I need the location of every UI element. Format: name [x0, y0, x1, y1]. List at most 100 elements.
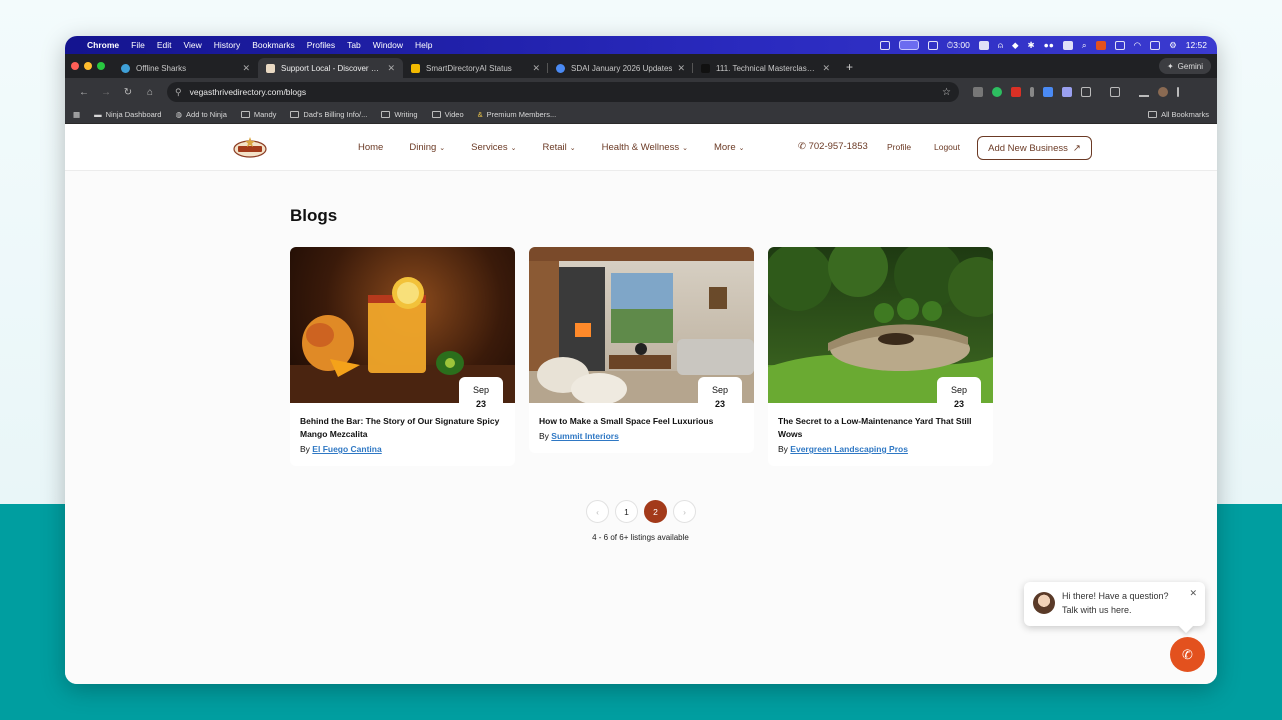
shield-icon[interactable]	[1095, 40, 1106, 50]
forward-arrow-icon[interactable]: →	[95, 87, 117, 98]
chat-prompt-bubble[interactable]: ✕ Hi there! Have a question? Talk with u…	[1024, 582, 1205, 626]
control-center-icon[interactable]: ⚙	[1169, 40, 1177, 51]
close-tab-icon[interactable]: ✕	[677, 63, 685, 74]
call-widget-button[interactable]: ✆	[1170, 637, 1205, 672]
menu-view[interactable]: View	[183, 40, 201, 50]
dots-icon[interactable]: ●●	[1044, 40, 1054, 50]
clock[interactable]: 12:52	[1186, 40, 1207, 50]
display-icon[interactable]	[927, 40, 938, 50]
timer-readout[interactable]: ⏱3:00	[947, 40, 970, 51]
menu-bookmarks[interactable]: Bookmarks	[252, 40, 295, 50]
card-title[interactable]: The Secret to a Low-Maintenance Yard Tha…	[778, 415, 983, 441]
profile-link[interactable]: Profile	[887, 142, 911, 152]
logout-link[interactable]: Logout	[934, 142, 960, 152]
course-favicon-icon	[701, 63, 710, 73]
dropbox-icon[interactable]: ◆	[1012, 40, 1019, 51]
add-new-business-button[interactable]: Add New Business ↗	[977, 136, 1092, 160]
pagination-page-1[interactable]: 1	[615, 500, 638, 523]
extension-blue-icon[interactable]	[1043, 87, 1053, 97]
card-title[interactable]: Behind the Bar: The Story of Our Signatu…	[300, 415, 505, 441]
extension-gmail-icon[interactable]	[1011, 87, 1021, 97]
nav-services[interactable]: Services ⌄	[471, 142, 516, 153]
extension-icon[interactable]: ✱	[1028, 40, 1035, 51]
nav-dining[interactable]: Dining ⌄	[409, 142, 445, 153]
download-icon[interactable]	[1139, 87, 1149, 97]
tab-search-icon[interactable]	[1110, 87, 1120, 97]
menu-help[interactable]: Help	[415, 40, 432, 50]
kebab-menu-icon[interactable]	[1177, 87, 1179, 97]
menu-profiles[interactable]: Profiles	[307, 40, 335, 50]
back-arrow-icon[interactable]: ←	[73, 87, 95, 98]
bookmark-folder-mandy[interactable]: Mandy	[240, 110, 276, 119]
app-icon[interactable]	[978, 40, 989, 50]
extension-pen-icon[interactable]	[1030, 87, 1034, 97]
menu-edit[interactable]: Edit	[157, 40, 172, 50]
nav-more[interactable]: More ⌄	[714, 142, 745, 153]
site-info-icon[interactable]: ⚲	[175, 87, 182, 98]
home-icon[interactable]: ⌂	[139, 87, 161, 98]
avatar[interactable]	[1158, 87, 1168, 97]
pagination-prev-button[interactable]: ‹	[586, 500, 609, 523]
close-tab-icon[interactable]: ✕	[822, 63, 830, 74]
search-icon[interactable]: ⌕	[1082, 40, 1087, 51]
menu-tab[interactable]: Tab	[347, 40, 361, 50]
bookmark-star-icon[interactable]: ☆	[942, 87, 951, 98]
extension-camera-icon[interactable]	[973, 87, 983, 97]
close-window-button[interactable]	[71, 62, 79, 70]
wifi-icon[interactable]: ◠	[1134, 40, 1141, 51]
apps-grid-icon[interactable]: ▦	[73, 110, 80, 119]
phone-link[interactable]: ✆ 702-957-1853	[798, 141, 868, 152]
bookmark-premium-members[interactable]: & Premium Members...	[478, 110, 557, 119]
extension-evernote-icon[interactable]	[992, 87, 1002, 97]
menu-history[interactable]: History	[214, 40, 240, 50]
blog-card[interactable]: Sep 23 Behind the Bar: The Story of Our S…	[290, 247, 515, 466]
tab-sdai-updates[interactable]: SDAI January 2026 Updates ✕	[548, 58, 693, 78]
close-icon[interactable]: ✕	[1189, 586, 1197, 600]
extensions-puzzle-icon[interactable]	[1081, 87, 1091, 97]
close-tab-icon[interactable]: ✕	[387, 63, 395, 74]
pagination-page-2[interactable]: 2	[644, 500, 667, 523]
menu-window[interactable]: Window	[373, 40, 403, 50]
monitor-icon[interactable]	[1062, 40, 1073, 50]
minimize-window-button[interactable]	[84, 62, 92, 70]
all-bookmarks[interactable]: All Bookmarks	[1148, 110, 1209, 119]
bookmarks-bar: ▦ ▬ Ninja Dashboard ◍ Add to Ninja Mandy D…	[65, 106, 1217, 124]
new-tab-button[interactable]: +	[846, 60, 853, 74]
site-logo[interactable]	[233, 135, 267, 159]
zoom-window-button[interactable]	[97, 62, 105, 70]
nav-retail[interactable]: Retail ⌄	[542, 142, 575, 153]
bookmark-folder-writing[interactable]: Writing	[381, 110, 418, 119]
person-icon[interactable]: ⍝	[998, 40, 1003, 51]
address-bar[interactable]: ⚲ vegasthrivedirectory.com/blogs ☆	[167, 82, 959, 102]
nav-health-wellness[interactable]: Health & Wellness ⌄	[602, 142, 688, 153]
blog-card[interactable]: Sep 23 The Secret to a Low-Maintenance Ya…	[768, 247, 993, 466]
tab-support-local[interactable]: Support Local - Discover & S ✕	[258, 58, 403, 78]
tab-smartdirectory-status[interactable]: SmartDirectoryAI Status ✕	[403, 58, 548, 78]
status-icon[interactable]	[879, 40, 890, 50]
author-link[interactable]: Evergreen Landscaping Pros	[790, 444, 908, 454]
menu-file[interactable]: File	[131, 40, 145, 50]
tab-offline-sharks[interactable]: Offline Sharks ✕	[113, 58, 258, 78]
globe-icon: ◍	[175, 110, 183, 119]
menu-chrome[interactable]: Chrome	[87, 40, 119, 50]
battery-icon[interactable]	[1150, 40, 1161, 50]
tab-technical-masterclass[interactable]: 111. Technical Masterclass: T ✕	[693, 58, 838, 78]
reload-icon[interactable]: ↻	[117, 87, 139, 98]
author-link[interactable]: Summit Interiors	[551, 431, 619, 441]
author-link[interactable]: El Fuego Cantina	[312, 444, 381, 454]
card-title[interactable]: How to Make a Small Space Feel Luxurious	[539, 415, 744, 428]
screen-share-icon[interactable]	[898, 40, 919, 50]
blog-card[interactable]: Sep 23 How to Make a Small Space Feel Lux…	[529, 247, 754, 453]
extension-rocket-icon[interactable]	[1062, 87, 1072, 97]
close-tab-icon[interactable]: ✕	[532, 63, 540, 74]
close-tab-icon[interactable]: ✕	[242, 63, 250, 74]
nav-home[interactable]: Home	[358, 142, 383, 153]
date-badge: Sep 23	[459, 377, 503, 415]
bookmark-add-to-ninja[interactable]: ◍ Add to Ninja	[175, 110, 226, 119]
bookmark-ninja-dashboard[interactable]: ▬ Ninja Dashboard	[94, 110, 161, 119]
gemini-button[interactable]: ✦ Gemini	[1158, 58, 1211, 74]
cast-icon[interactable]	[1114, 40, 1125, 50]
bookmark-folder-video[interactable]: Video	[431, 110, 464, 119]
bookmark-folder-billing[interactable]: Dad's Billing Info/...	[290, 110, 367, 119]
pagination-next-button[interactable]: ›	[673, 500, 696, 523]
